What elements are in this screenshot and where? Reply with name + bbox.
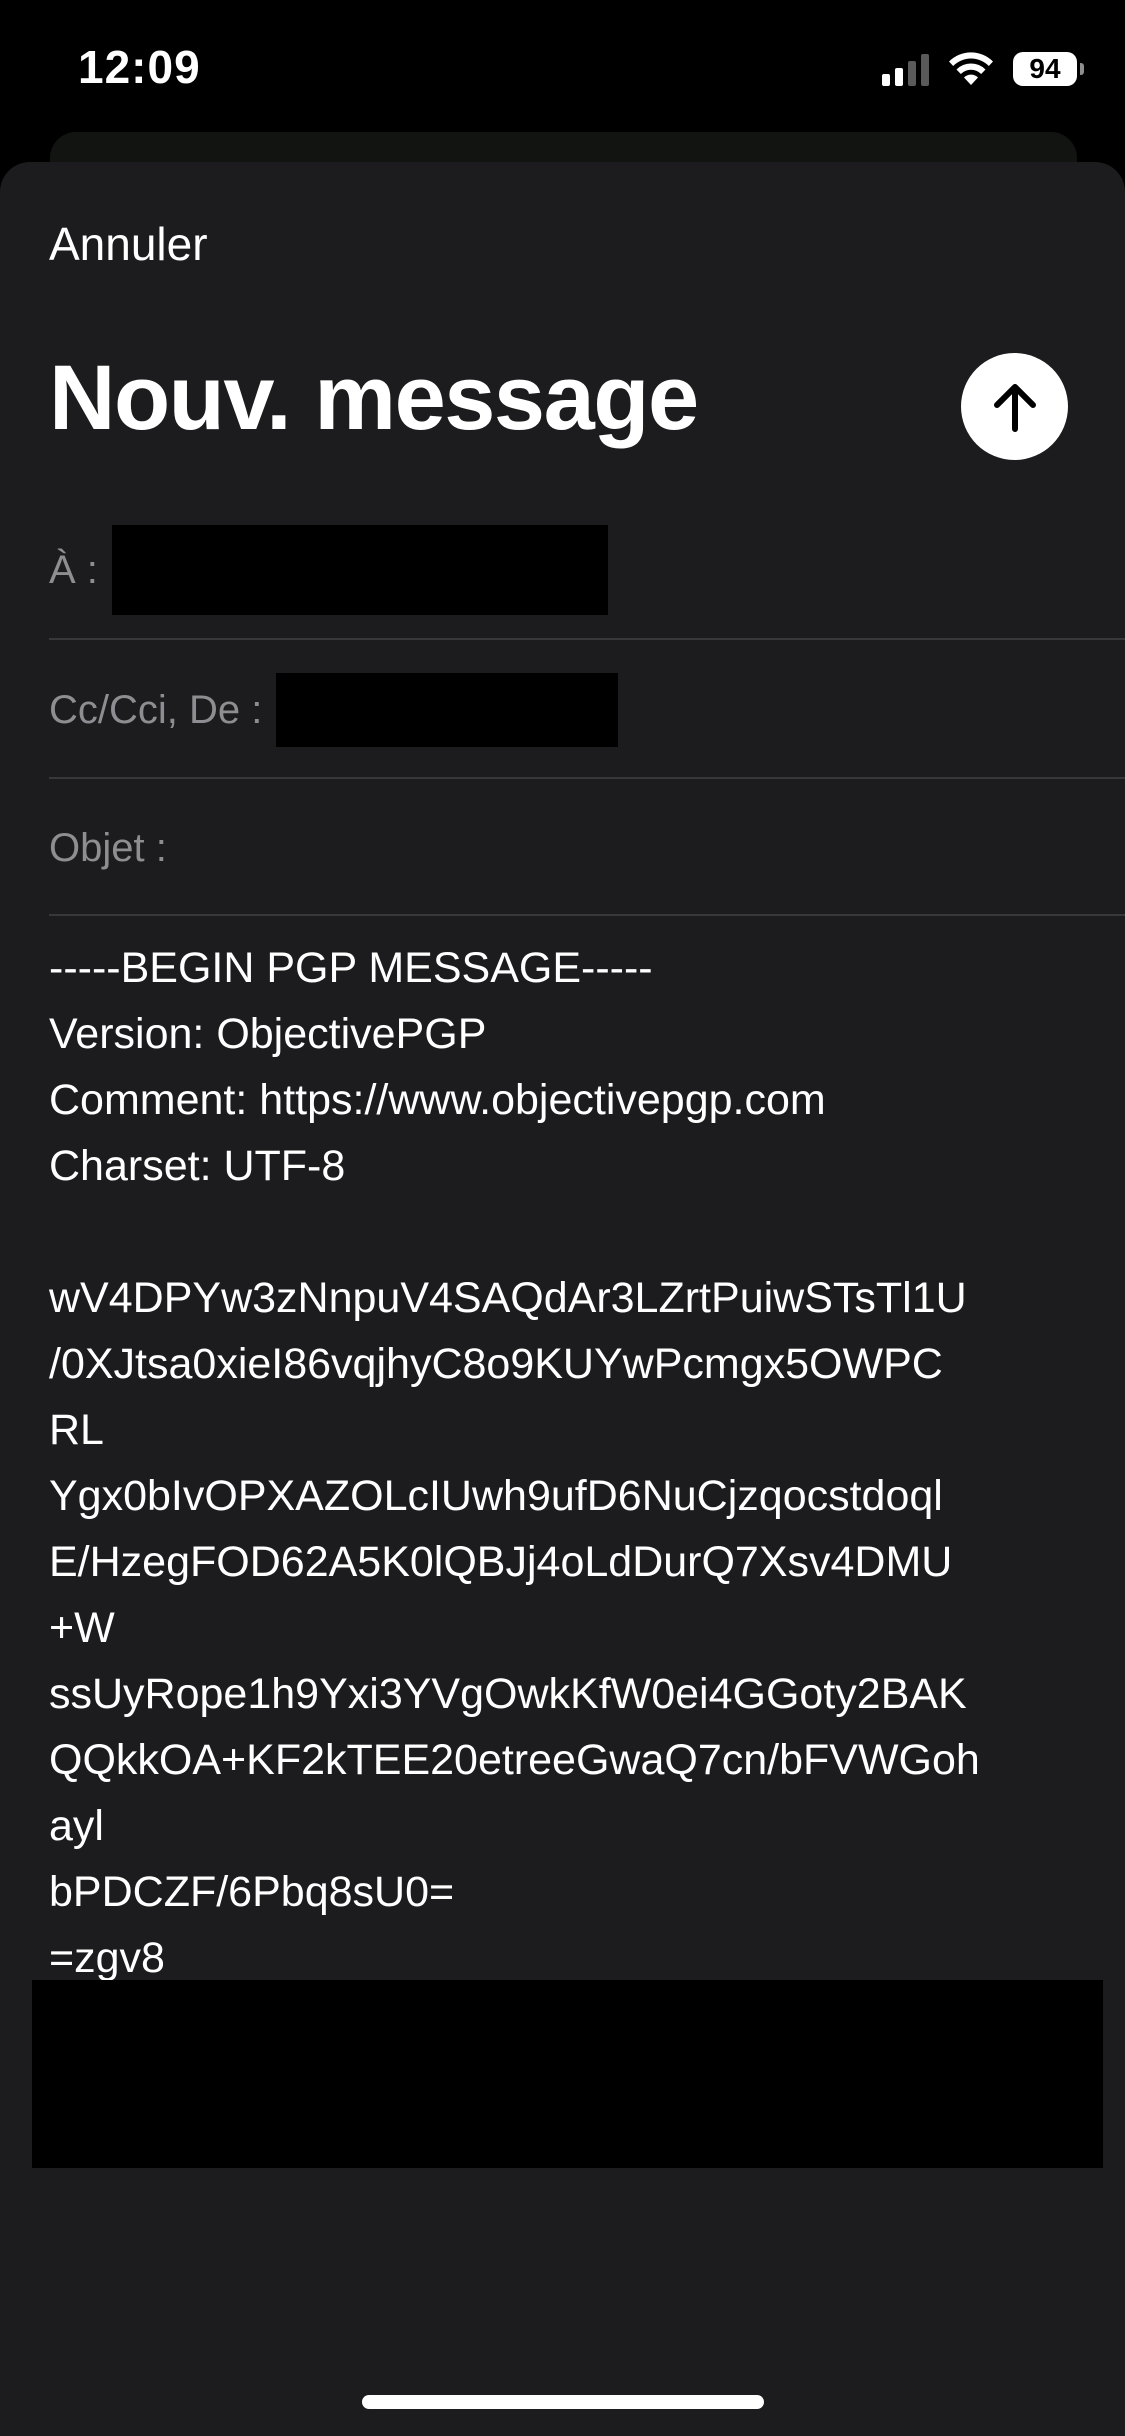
cc-from-label: Cc/Cci, De :: [49, 687, 263, 732]
subject-label: Objet :: [49, 825, 167, 870]
battery-icon: 94: [1013, 52, 1084, 86]
subject-field[interactable]: Objet :: [49, 779, 1125, 917]
body-line: RL: [49, 1406, 104, 1454]
status-bar: 12:09 94: [0, 0, 1125, 135]
body-line: ayl: [49, 1802, 104, 1850]
wifi-icon: [949, 52, 993, 85]
body-line: +W: [49, 1604, 115, 1652]
body-line: Charset: UTF-8: [49, 1142, 346, 1190]
body-line: /0XJtsa0xieI86vqjhyC8o9KUYwPcmgx5OWPC: [49, 1340, 943, 1388]
body-line: Version: ObjectivePGP: [49, 1010, 487, 1058]
body-line: [49, 1199, 1089, 1265]
body-line: Ygx0bIvOPXAZOLcIUwh9ufD6NuCjzqocstdoql: [49, 1472, 943, 1520]
status-indicators: 94: [882, 48, 1084, 90]
redacted-block: [32, 1980, 1103, 2168]
cancel-button[interactable]: Annuler: [49, 217, 208, 271]
body-line: ssUyRope1h9Yxi3YVgOwkKfW0ei4GGoty2BAK: [49, 1670, 967, 1718]
field-divider: [49, 638, 1125, 640]
battery-level: 94: [1029, 53, 1061, 84]
body-line: bPDCZF/6Pbq8sU0=: [49, 1868, 455, 1916]
arrow-up-icon: [993, 383, 1036, 432]
body-line: QQkkOA+KF2kTEE20etreeGwaQ7cn/bFVWGoh: [49, 1736, 980, 1784]
redacted-recipient: [111, 525, 608, 615]
message-body[interactable]: -----BEGIN PGP MESSAGE----- Version: Obje…: [49, 935, 1089, 2057]
mail-compose-screen: 12:09 94 Annuler Nouv. message À: Cc/Cc…: [0, 0, 1125, 2436]
send-button[interactable]: [961, 353, 1068, 460]
cellular-signal-icon: [882, 52, 929, 86]
home-indicator: [362, 2395, 764, 2409]
to-field[interactable]: À :: [49, 500, 1125, 640]
field-divider: [49, 914, 1125, 916]
body-line: E/HzegFOD62A5K0lQBJj4oLdDurQ7Xsv4DMU: [49, 1538, 953, 1586]
body-line: wV4DPYw3zNnpuV4SAQdAr3LZrtPuiwSTsTl1U: [49, 1274, 967, 1322]
to-label: À :: [49, 547, 98, 592]
body-line: -----BEGIN PGP MESSAGE-----: [49, 944, 653, 992]
redacted-sender: [276, 673, 619, 747]
body-line: Comment: https://www.objectivepgp.com: [49, 1076, 826, 1124]
cc-from-field[interactable]: Cc/Cci, De :: [49, 641, 1125, 779]
compose-title: Nouv. message: [49, 347, 699, 449]
status-time: 12:09: [78, 41, 201, 93]
